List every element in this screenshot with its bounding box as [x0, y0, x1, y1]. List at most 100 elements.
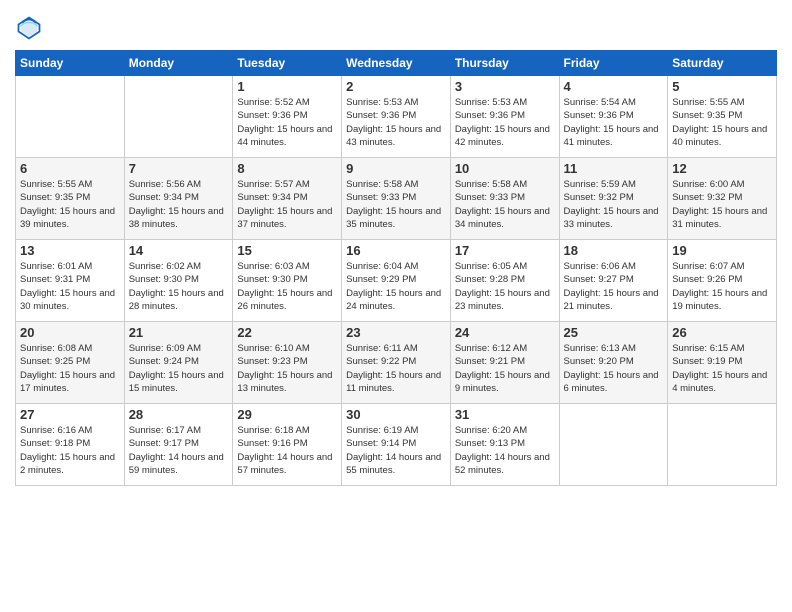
day-info: Sunrise: 6:04 AM Sunset: 9:29 PM Dayligh… — [346, 260, 446, 313]
calendar-row-0: 1 Sunrise: 5:52 AM Sunset: 9:36 PM Daylig… — [16, 76, 777, 158]
calendar-cell: 23Sunrise: 6:11 AM Sunset: 9:22 PM Dayli… — [342, 322, 451, 404]
calendar-cell: 8 Sunrise: 5:57 AM Sunset: 9:34 PM Daylig… — [233, 158, 342, 240]
page: SundayMondayTuesdayWednesdayThursdayFrid… — [0, 0, 792, 612]
calendar-cell: 21 Sunrise: 6:09 AM Sunset: 9:24 PM Dayli… — [124, 322, 233, 404]
day-number: 26 — [672, 325, 772, 340]
calendar-row-3: 20 Sunrise: 6:08 AM Sunset: 9:25 PM Dayli… — [16, 322, 777, 404]
day-number: 1 — [237, 79, 337, 94]
day-info: Sunrise: 6:09 AM Sunset: 9:24 PM Dayligh… — [129, 342, 229, 395]
weekday-header-sunday: Sunday — [16, 51, 125, 76]
calendar-cell: 11 Sunrise: 5:59 AM Sunset: 9:32 PM Dayli… — [559, 158, 668, 240]
day-info: Sunrise: 6:01 AM Sunset: 9:31 PM Dayligh… — [20, 260, 120, 313]
day-number: 22 — [237, 325, 337, 340]
calendar-cell: 1 Sunrise: 5:52 AM Sunset: 9:36 PM Daylig… — [233, 76, 342, 158]
day-info: Sunrise: 6:17 AM Sunset: 9:17 PM Dayligh… — [129, 424, 229, 477]
day-info: Sunrise: 6:18 AM Sunset: 9:16 PM Dayligh… — [237, 424, 337, 477]
day-number: 17 — [455, 243, 555, 258]
day-number: 10 — [455, 161, 555, 176]
day-info: Sunrise: 6:12 AM Sunset: 9:21 PM Dayligh… — [455, 342, 555, 395]
calendar-cell: 30Sunrise: 6:19 AM Sunset: 9:14 PM Dayli… — [342, 404, 451, 486]
day-info: Sunrise: 5:52 AM Sunset: 9:36 PM Dayligh… — [237, 96, 337, 149]
day-number: 24 — [455, 325, 555, 340]
day-number: 27 — [20, 407, 120, 422]
calendar-cell: 31 Sunrise: 6:20 AM Sunset: 9:13 PM Dayli… — [450, 404, 559, 486]
calendar-cell: 12 Sunrise: 6:00 AM Sunset: 9:32 PM Dayli… — [668, 158, 777, 240]
day-number: 19 — [672, 243, 772, 258]
calendar-cell: 14 Sunrise: 6:02 AM Sunset: 9:30 PM Dayli… — [124, 240, 233, 322]
day-number: 29 — [237, 407, 337, 422]
calendar-row-2: 13Sunrise: 6:01 AM Sunset: 9:31 PM Dayli… — [16, 240, 777, 322]
calendar-cell: 4 Sunrise: 5:54 AM Sunset: 9:36 PM Daylig… — [559, 76, 668, 158]
day-number: 5 — [672, 79, 772, 94]
logo-icon — [15, 14, 43, 42]
calendar-cell — [16, 76, 125, 158]
day-number: 20 — [20, 325, 120, 340]
day-info: Sunrise: 6:16 AM Sunset: 9:18 PM Dayligh… — [20, 424, 120, 477]
calendar-cell: 20 Sunrise: 6:08 AM Sunset: 9:25 PM Dayli… — [16, 322, 125, 404]
day-number: 8 — [237, 161, 337, 176]
day-number: 6 — [20, 161, 120, 176]
calendar-cell: 3 Sunrise: 5:53 AM Sunset: 9:36 PM Daylig… — [450, 76, 559, 158]
day-info: Sunrise: 6:20 AM Sunset: 9:13 PM Dayligh… — [455, 424, 555, 477]
weekday-header-saturday: Saturday — [668, 51, 777, 76]
calendar-cell — [668, 404, 777, 486]
day-info: Sunrise: 5:53 AM Sunset: 9:36 PM Dayligh… — [346, 96, 446, 149]
day-number: 18 — [564, 243, 664, 258]
calendar-row-1: 6Sunrise: 5:55 AM Sunset: 9:35 PM Daylig… — [16, 158, 777, 240]
day-number: 25 — [564, 325, 664, 340]
day-info: Sunrise: 6:00 AM Sunset: 9:32 PM Dayligh… — [672, 178, 772, 231]
calendar-cell: 27 Sunrise: 6:16 AM Sunset: 9:18 PM Dayli… — [16, 404, 125, 486]
weekday-header-wednesday: Wednesday — [342, 51, 451, 76]
calendar-cell: 25 Sunrise: 6:13 AM Sunset: 9:20 PM Dayli… — [559, 322, 668, 404]
weekday-header-monday: Monday — [124, 51, 233, 76]
day-number: 4 — [564, 79, 664, 94]
day-info: Sunrise: 5:58 AM Sunset: 9:33 PM Dayligh… — [346, 178, 446, 231]
day-info: Sunrise: 6:08 AM Sunset: 9:25 PM Dayligh… — [20, 342, 120, 395]
day-number: 16 — [346, 243, 446, 258]
day-info: Sunrise: 6:15 AM Sunset: 9:19 PM Dayligh… — [672, 342, 772, 395]
weekday-header-tuesday: Tuesday — [233, 51, 342, 76]
calendar-cell: 29 Sunrise: 6:18 AM Sunset: 9:16 PM Dayli… — [233, 404, 342, 486]
day-info: Sunrise: 6:02 AM Sunset: 9:30 PM Dayligh… — [129, 260, 229, 313]
calendar-cell: 17 Sunrise: 6:05 AM Sunset: 9:28 PM Dayli… — [450, 240, 559, 322]
calendar-row-4: 27 Sunrise: 6:16 AM Sunset: 9:18 PM Dayli… — [16, 404, 777, 486]
day-info: Sunrise: 5:53 AM Sunset: 9:36 PM Dayligh… — [455, 96, 555, 149]
calendar: SundayMondayTuesdayWednesdayThursdayFrid… — [15, 50, 777, 486]
day-info: Sunrise: 6:13 AM Sunset: 9:20 PM Dayligh… — [564, 342, 664, 395]
day-number: 30 — [346, 407, 446, 422]
day-number: 12 — [672, 161, 772, 176]
calendar-cell: 18Sunrise: 6:06 AM Sunset: 9:27 PM Dayli… — [559, 240, 668, 322]
calendar-cell: 2 Sunrise: 5:53 AM Sunset: 9:36 PM Daylig… — [342, 76, 451, 158]
day-info: Sunrise: 6:03 AM Sunset: 9:30 PM Dayligh… — [237, 260, 337, 313]
calendar-cell: 24 Sunrise: 6:12 AM Sunset: 9:21 PM Dayli… — [450, 322, 559, 404]
day-info: Sunrise: 5:59 AM Sunset: 9:32 PM Dayligh… — [564, 178, 664, 231]
day-info: Sunrise: 5:58 AM Sunset: 9:33 PM Dayligh… — [455, 178, 555, 231]
calendar-cell: 15 Sunrise: 6:03 AM Sunset: 9:30 PM Dayli… — [233, 240, 342, 322]
day-info: Sunrise: 5:57 AM Sunset: 9:34 PM Dayligh… — [237, 178, 337, 231]
day-number: 15 — [237, 243, 337, 258]
header — [15, 10, 777, 42]
day-number: 2 — [346, 79, 446, 94]
day-number: 31 — [455, 407, 555, 422]
calendar-cell: 16 Sunrise: 6:04 AM Sunset: 9:29 PM Dayli… — [342, 240, 451, 322]
day-number: 14 — [129, 243, 229, 258]
calendar-cell: 26 Sunrise: 6:15 AM Sunset: 9:19 PM Dayli… — [668, 322, 777, 404]
calendar-cell: 9Sunrise: 5:58 AM Sunset: 9:33 PM Daylig… — [342, 158, 451, 240]
day-number: 21 — [129, 325, 229, 340]
calendar-cell: 7 Sunrise: 5:56 AM Sunset: 9:34 PM Daylig… — [124, 158, 233, 240]
calendar-cell: 13Sunrise: 6:01 AM Sunset: 9:31 PM Dayli… — [16, 240, 125, 322]
day-info: Sunrise: 6:05 AM Sunset: 9:28 PM Dayligh… — [455, 260, 555, 313]
day-info: Sunrise: 5:56 AM Sunset: 9:34 PM Dayligh… — [129, 178, 229, 231]
day-info: Sunrise: 5:55 AM Sunset: 9:35 PM Dayligh… — [672, 96, 772, 149]
calendar-body: 1 Sunrise: 5:52 AM Sunset: 9:36 PM Daylig… — [16, 76, 777, 486]
calendar-cell: 22Sunrise: 6:10 AM Sunset: 9:23 PM Dayli… — [233, 322, 342, 404]
weekday-header-friday: Friday — [559, 51, 668, 76]
day-number: 7 — [129, 161, 229, 176]
calendar-cell: 5 Sunrise: 5:55 AM Sunset: 9:35 PM Daylig… — [668, 76, 777, 158]
day-info: Sunrise: 5:54 AM Sunset: 9:36 PM Dayligh… — [564, 96, 664, 149]
logo — [15, 14, 45, 42]
day-number: 28 — [129, 407, 229, 422]
day-number: 3 — [455, 79, 555, 94]
day-number: 11 — [564, 161, 664, 176]
weekday-header-thursday: Thursday — [450, 51, 559, 76]
